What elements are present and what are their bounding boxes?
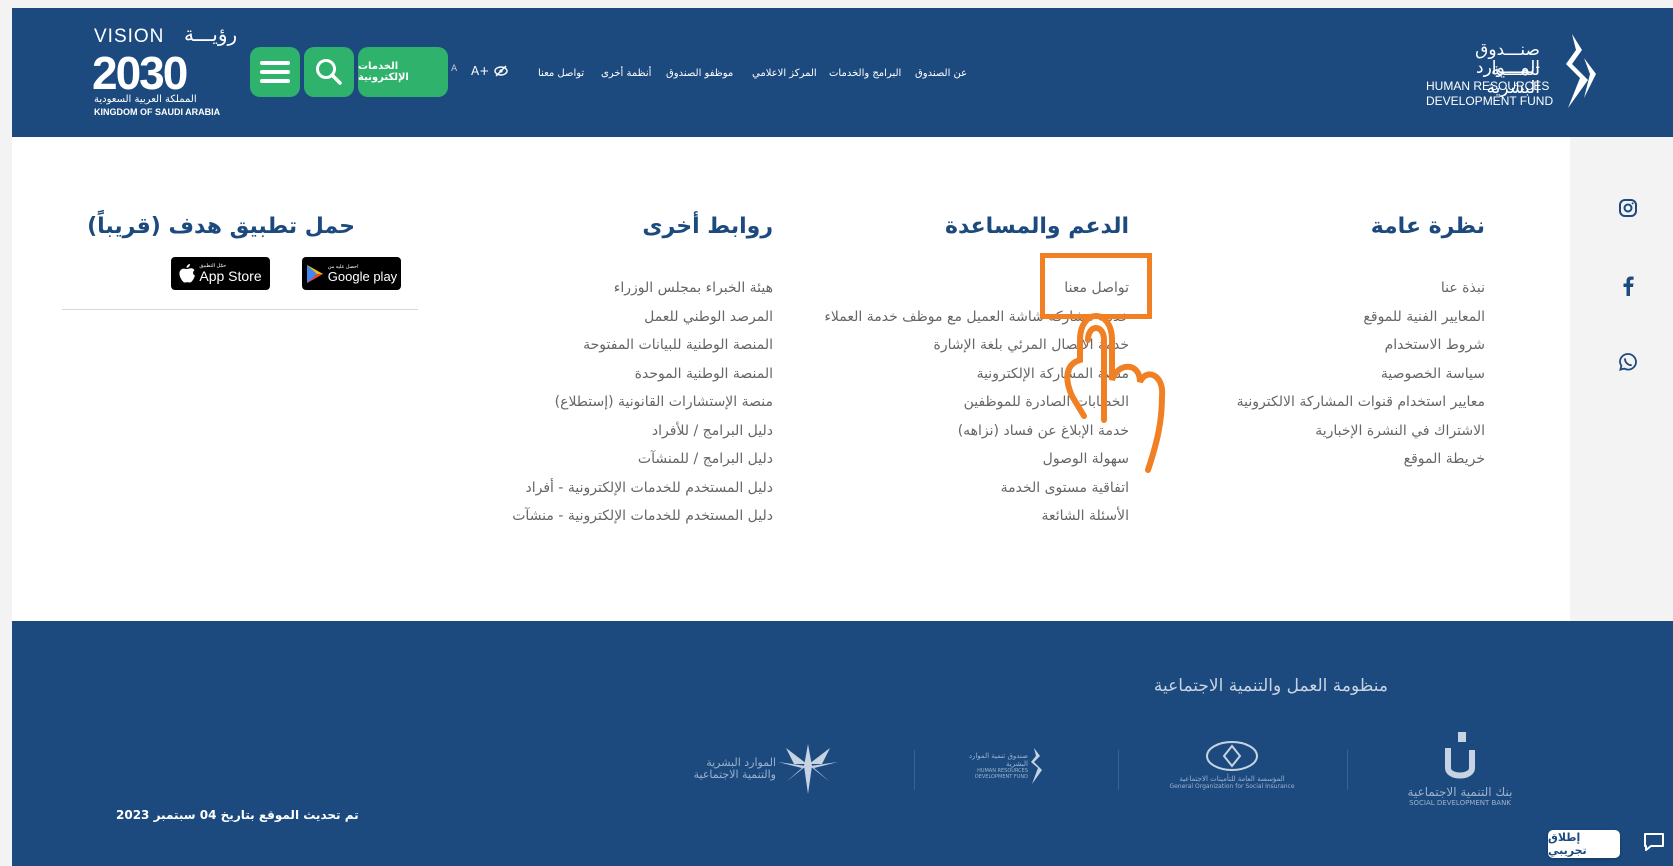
accessibility-toggle[interactable] <box>494 65 508 80</box>
partner-ar: بنك التنمية الاجتماعية <box>1407 785 1513 799</box>
nav-staff[interactable]: موظفو الصندوق <box>666 68 733 79</box>
vision-year: 2030 <box>92 47 188 99</box>
support-link[interactable]: الأسئلة الشائعة <box>824 508 1130 537</box>
google-play-button[interactable]: احصل عليه من Google play <box>302 257 401 290</box>
google-play-label: Google play <box>327 268 398 284</box>
other-links-title: روابط أخرى <box>642 214 773 239</box>
partner-en: SOCIAL DEVELOPMENT BANK <box>1409 799 1511 807</box>
other-link[interactable]: هيئة الخبراء بمجلس الوزراء <box>512 280 773 309</box>
other-link[interactable]: دليل المستخدم للخدمات الإلكترونية - أفرا… <box>512 480 773 509</box>
app-store-label: App Store <box>199 268 262 284</box>
other-links-list: هيئة الخبراء بمجلس الوزراء المرصد الوطني… <box>512 280 773 537</box>
other-link[interactable]: المنصة الوطنية الموحدة <box>512 366 773 395</box>
partner-en: HUMAN RESOURCES DEVELOPMENT FUND <box>974 768 1028 780</box>
eservices-button[interactable]: الخدمات الإلكترونية <box>358 47 448 97</box>
other-link[interactable]: دليل المستخدم للخدمات الإلكترونية - منشآ… <box>512 508 773 537</box>
instagram-link[interactable] <box>1614 194 1642 222</box>
other-link[interactable]: منصة الإستشارات القانونية (إستطلاع) <box>512 394 773 423</box>
support-title: الدعم والمساعدة <box>944 214 1129 239</box>
search-icon <box>316 59 342 85</box>
overview-title: نظرة عامة <box>1370 214 1485 239</box>
hrdf-logo[interactable]: صنـــدوق تنمـــية المـــوارد البشرية HUM… <box>1420 30 1600 115</box>
app-store-button[interactable]: حمّل التطبيق App Store <box>171 257 270 290</box>
vision-en-text: VISION <box>94 26 165 47</box>
whatsapp-icon <box>1619 353 1637 371</box>
whatsapp-link[interactable] <box>1614 348 1642 376</box>
nav-other-systems[interactable]: أنظمة أخرى <box>601 68 651 79</box>
search-button[interactable] <box>304 47 354 97</box>
hrdf-emblem-icon <box>1566 34 1596 108</box>
instagram-icon <box>1619 199 1637 217</box>
partner-hrsd-logo[interactable]: الموارد البشرية والتنمية الاجتماعية <box>676 742 856 796</box>
chat-icon <box>1644 833 1664 851</box>
partner-divider <box>1347 750 1348 790</box>
other-link[interactable]: المرصد الوطني للعمل <box>512 309 773 338</box>
menu-button[interactable] <box>250 47 300 97</box>
beta-launch-button[interactable]: إطلاق تجريبي <box>1548 830 1620 858</box>
eye-slash-icon <box>494 65 508 77</box>
logo-en-line1: HUMAN RESOURCES <box>1426 79 1550 93</box>
palm-emblem-icon <box>778 744 838 794</box>
other-link[interactable]: دليل البرامج / للمنشآت <box>512 451 773 480</box>
last-updated-text: تم تحديث الموقع بتاريخ 04 سبتمبر 2023 <box>116 808 359 822</box>
hrdf-emblem-icon <box>1031 748 1042 784</box>
overview-link[interactable]: شروط الاستخدام <box>1237 337 1485 366</box>
partner-divider <box>914 750 915 790</box>
overview-link[interactable]: نبذة عنا <box>1237 280 1485 309</box>
more-icon[interactable]: --- <box>1618 128 1636 144</box>
font-decrease-button[interactable]: A <box>451 64 457 74</box>
other-link[interactable]: دليل البرامج / للأفراد <box>512 423 773 452</box>
nav-media-center[interactable]: المركز الاعلامي <box>752 68 817 79</box>
hamburger-icon <box>260 61 290 83</box>
facebook-icon <box>1623 276 1634 296</box>
vision-ar-text: رؤيـــة <box>184 22 238 46</box>
partner-gosi-logo[interactable]: المؤسسة العامة للتأمينات الاجتماعية Gene… <box>1162 740 1302 790</box>
kingdom-en-text: KINGDOM OF SAUDI ARABIA <box>94 107 221 117</box>
divider <box>62 309 418 310</box>
overview-link[interactable]: معايير استخدام قنوات المشاركة الالكتروني… <box>1237 394 1485 423</box>
sdb-emblem-icon <box>1445 732 1475 779</box>
partner-ar: الموارد البشرية والتنمية الاجتماعية <box>693 755 776 781</box>
partner-divider <box>1118 750 1119 790</box>
partner-hrdf-logo[interactable]: صندوق تنمية الموارد البشرية HUMAN RESOUR… <box>960 746 1060 786</box>
facebook-link[interactable] <box>1614 272 1642 300</box>
hand-pointer-icon <box>1064 313 1166 473</box>
partner-ar: صندوق تنمية الموارد البشرية <box>968 752 1028 768</box>
kingdom-ar-text: المملكة العربية السعودية <box>94 94 197 105</box>
font-increase-button[interactable]: A+ <box>471 64 489 78</box>
nav-about[interactable]: عن الصندوق <box>915 68 967 79</box>
google-play-icon <box>306 264 323 283</box>
overview-link[interactable]: المعايير الفنية للموقع <box>1237 309 1485 338</box>
nav-contact[interactable]: تواصل معنا <box>538 68 584 79</box>
other-link[interactable]: المنصة الوطنية للبيانات المفتوحة <box>512 337 773 366</box>
partner-sdb-logo[interactable]: بنك التنمية الاجتماعية SOCIAL DEVELOPMEN… <box>1390 730 1530 807</box>
partner-ar: المؤسسة العامة للتأمينات الاجتماعية <box>1179 775 1285 783</box>
chat-button[interactable] <box>1636 824 1672 860</box>
gosi-emblem-icon <box>1206 741 1258 771</box>
vision-2030-logo: VISION رؤيـــة 2030 المملكة العربية السع… <box>82 20 242 120</box>
overview-link[interactable]: سياسة الخصوصية <box>1237 366 1485 395</box>
nav-programs[interactable]: البرامج والخدمات <box>829 68 901 79</box>
app-title: حمل تطبيق هدف (قريباً) <box>87 214 355 239</box>
apple-icon <box>179 264 196 283</box>
overview-link[interactable]: خريطة الموقع <box>1237 451 1485 480</box>
overview-link[interactable]: الاشتراك في النشرة الإخبارية <box>1237 423 1485 452</box>
footer-title: منظومة العمل والتنمية الاجتماعية <box>1153 676 1388 696</box>
support-link[interactable]: اتفاقية مستوى الخدمة <box>824 480 1129 509</box>
partner-en: General Organization for Social Insuranc… <box>1169 783 1295 790</box>
overview-list: نبذة عنا المعايير الفنية للموقع شروط الا… <box>1237 280 1485 480</box>
logo-en-line2: DEVELOPMENT FUND <box>1426 94 1554 108</box>
